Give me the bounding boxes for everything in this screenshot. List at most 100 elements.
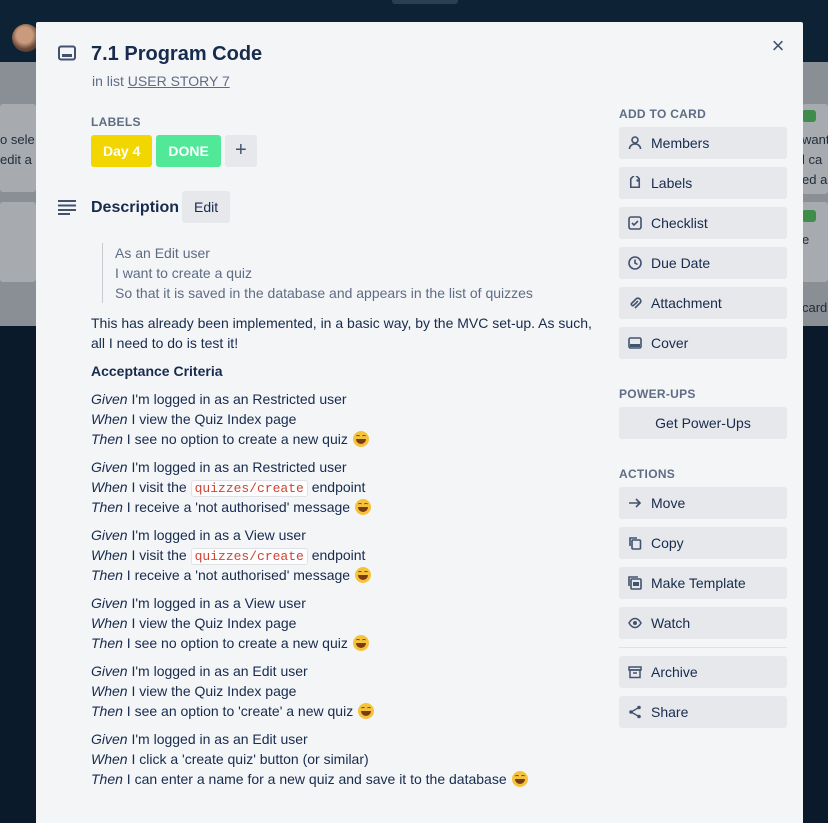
description-heading: Description	[91, 199, 180, 216]
scenario-text: I see no option to create a new quiz	[122, 431, 348, 447]
checklist-icon	[627, 215, 643, 231]
scenario-text: I'm logged in as an Edit user	[127, 663, 308, 679]
gherkin-keyword: Then	[91, 635, 123, 651]
paperclip-icon	[627, 295, 643, 311]
gherkin-keyword: When	[91, 615, 128, 631]
gherkin-keyword: Given	[91, 663, 128, 679]
gherkin-keyword: When	[91, 479, 128, 495]
label-done[interactable]: DONE	[156, 135, 221, 167]
archive-button[interactable]: Archive	[619, 656, 787, 688]
gherkin-keyword: Given	[91, 595, 128, 611]
card-detail-modal: × 7.1 Program Code in list USER STORY 7 …	[36, 22, 803, 823]
share-button[interactable]: Share	[619, 696, 787, 728]
scenario-line: When I visit the quizzes/create endpoint	[91, 545, 601, 565]
attachment-button[interactable]: Attachment	[619, 287, 787, 319]
grinning-emoji-icon	[352, 431, 369, 447]
scenario-text: I view the Quiz Index page	[127, 615, 297, 631]
scenario-block: Given I'm logged in as a View user When I…	[91, 593, 601, 653]
clock-icon	[627, 255, 643, 271]
scenario-text: endpoint	[307, 479, 366, 495]
scenario-text: I see no option to create a new quiz	[122, 635, 348, 651]
edit-description-button[interactable]: Edit	[182, 191, 231, 223]
list-link[interactable]: USER STORY 7	[128, 73, 230, 89]
scenario-text: endpoint	[307, 547, 366, 563]
label-day-4[interactable]: Day 4	[91, 135, 153, 167]
archive-icon	[627, 664, 643, 680]
close-button[interactable]: ×	[768, 35, 788, 57]
scenario-line: Given I'm logged in as an Edit user	[91, 661, 601, 681]
scenario-text: I can enter a name for a new quiz and sa…	[122, 771, 507, 787]
get-power-ups-button[interactable]: Get Power-Ups	[619, 407, 787, 439]
scenario-line: Given I'm logged in as a View user	[91, 525, 601, 545]
scenario-line: Then I receive a 'not authorised' messag…	[91, 497, 601, 517]
scenario-text: I'm logged in as an Edit user	[127, 731, 308, 747]
in-list-prefix: in list	[92, 73, 124, 89]
card-icon	[58, 45, 76, 61]
checklist-button[interactable]: Checklist	[619, 207, 787, 239]
description-body[interactable]: As an Edit user I want to create a quiz …	[91, 243, 601, 789]
gherkin-keyword: Then	[91, 703, 123, 719]
labels-row: Day 4 DONE +	[91, 135, 257, 167]
bg-card-text: ed a	[802, 172, 828, 187]
add-label-button[interactable]: +	[224, 135, 257, 167]
due-date-button[interactable]: Due Date	[619, 247, 787, 279]
user-story-quote: As an Edit user I want to create a quiz …	[102, 243, 601, 303]
arrow-right-icon	[627, 495, 643, 511]
quote-line: So that it is saved in the database and …	[115, 285, 533, 301]
eye-icon	[627, 615, 643, 631]
inline-code: quizzes/create	[190, 548, 308, 565]
watch-label: Watch	[651, 615, 691, 631]
add-to-card-heading: ADD TO CARD	[619, 107, 707, 121]
scenario-block: Given I'm logged in as an Restricted use…	[91, 457, 601, 517]
description-icon	[58, 199, 76, 215]
bg-card-text: edit a	[0, 152, 32, 167]
move-button[interactable]: Move	[619, 487, 787, 519]
members-button[interactable]: Members	[619, 127, 787, 159]
inline-code: quizzes/create	[190, 480, 308, 497]
cover-button[interactable]: Cover	[619, 327, 787, 359]
scenario-text: I see an option to 'create' a new quiz	[122, 703, 354, 719]
move-label: Move	[651, 495, 686, 511]
scenario-block: Given I'm logged in as an Restricted use…	[91, 389, 601, 449]
bg-card[interactable]	[0, 104, 36, 192]
description-intro: This has already been implemented, in a …	[91, 315, 592, 351]
watch-button[interactable]: Watch	[619, 607, 787, 639]
gherkin-keyword: Then	[91, 567, 123, 583]
acceptance-criteria-heading: Acceptance Criteria	[91, 363, 223, 379]
labels-label: Labels	[651, 175, 693, 191]
make-template-button[interactable]: Make Template	[619, 567, 787, 599]
members-label: Members	[651, 135, 710, 151]
scenario-text: I view the Quiz Index page	[127, 683, 297, 699]
labels-button[interactable]: Labels	[619, 167, 787, 199]
add-card-text[interactable]: card	[802, 300, 828, 315]
attachment-label: Attachment	[651, 295, 722, 311]
gherkin-keyword: Then	[91, 771, 123, 787]
scenario-text: I receive a 'not authorised' message	[122, 567, 351, 583]
card-title[interactable]: 7.1 Program Code	[91, 43, 262, 66]
power-ups-heading: POWER-UPS	[619, 387, 696, 401]
copy-button[interactable]: Copy	[619, 527, 787, 559]
cover-icon	[627, 335, 643, 351]
template-icon	[627, 575, 643, 591]
share-label: Share	[651, 704, 689, 720]
scenario-line: When I click a 'create quiz' button (or …	[91, 749, 601, 769]
gherkin-keyword: When	[91, 547, 128, 563]
scenario-text: I'm logged in as a View user	[127, 527, 306, 543]
scenario-list: Given I'm logged in as an Restricted use…	[91, 389, 601, 789]
scenario-text: I'm logged in as a View user	[127, 595, 306, 611]
grinning-emoji-icon	[354, 567, 371, 583]
gherkin-keyword: Then	[91, 431, 123, 447]
grinning-emoji-icon	[354, 499, 371, 515]
scenario-text: I receive a 'not authorised' message	[122, 499, 351, 515]
scenario-line: Given I'm logged in as a View user	[91, 593, 601, 613]
scenario-line: When I view the Quiz Index page	[91, 409, 601, 429]
bg-card[interactable]	[0, 202, 36, 282]
scenario-text: I visit the	[127, 547, 191, 563]
archive-label: Archive	[651, 664, 698, 680]
scenario-line: Then I see an option to 'create' a new q…	[91, 701, 601, 721]
bg-label	[802, 210, 816, 222]
card-list-info: in list USER STORY 7	[92, 73, 230, 89]
copy-label: Copy	[651, 535, 684, 551]
make-template-label: Make Template	[651, 575, 746, 591]
tag-icon	[627, 175, 643, 191]
